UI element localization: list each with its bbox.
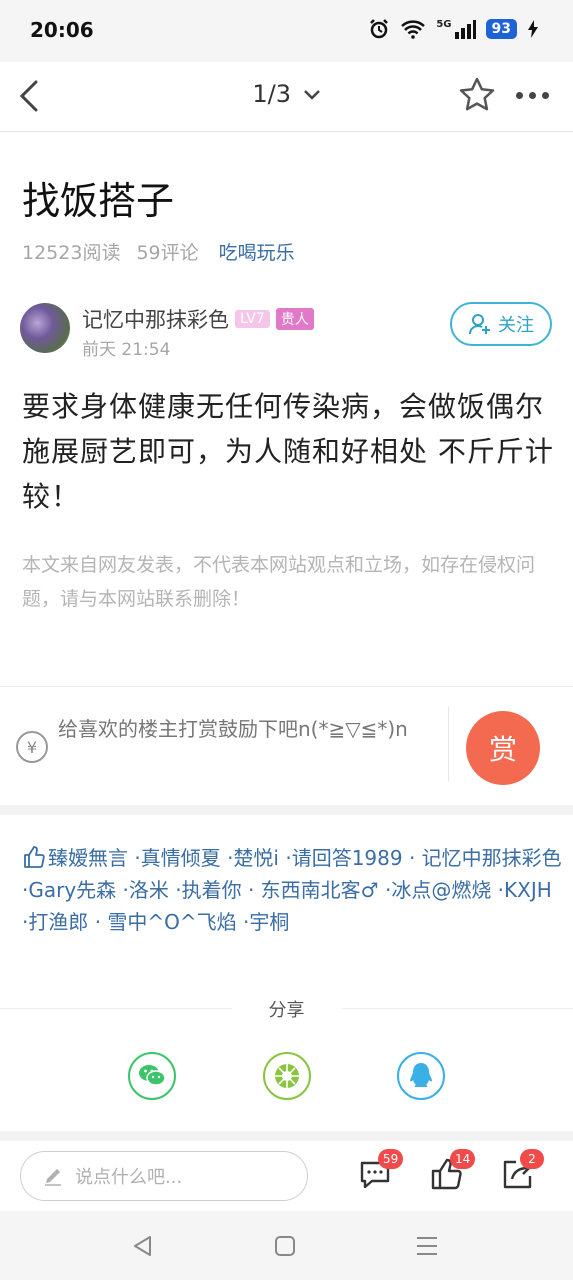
category-link[interactable]: 吃喝玩乐 (219, 242, 295, 264)
page-indicator: 1/3 (252, 80, 291, 108)
status-time: 20:06 (30, 18, 94, 42)
favorite-star-icon[interactable] (458, 76, 496, 114)
reward-section: ¥ 给喜欢的楼主打赏鼓励下吧n(*≧▽≦*)n 赏 (0, 687, 573, 805)
status-icons: 5G 93 (368, 18, 539, 40)
level-badge: LV7 (235, 310, 270, 328)
share-label: 分享 (268, 1000, 305, 1021)
share-button[interactable]: 2 (500, 1149, 544, 1191)
author-name[interactable]: 记忆中那抹彩色 (82, 304, 229, 334)
qq-share-icon[interactable] (397, 1052, 445, 1100)
follow-label: 关注 (498, 315, 534, 336)
post-meta: 12523阅读 59评论 吃喝玩乐 (22, 238, 295, 265)
network-label: 5G (436, 18, 452, 30)
wechat-share-icon[interactable] (128, 1052, 176, 1100)
yen-icon: ¥ (16, 731, 48, 763)
thumbs-up-icon (24, 846, 45, 868)
qq-penguin-icon (410, 1063, 432, 1087)
section-separator (0, 1131, 573, 1141)
nav-menu-icon[interactable] (414, 1233, 440, 1259)
nav-home-icon[interactable] (272, 1233, 298, 1259)
nav-back-icon[interactable] (130, 1233, 156, 1259)
battery-level: 93 (485, 19, 517, 39)
bottom-action-bar: 说点什么吧... 59 14 2 (0, 1141, 573, 1211)
likers-names[interactable]: 臻嫒無言 ·真情倾夏 ·楚悦i ·请回答1989 · 记忆中那抹彩色 ·Gary… (22, 846, 562, 934)
chevron-down-icon (303, 90, 320, 100)
comment-input[interactable]: 说点什么吧... (20, 1151, 308, 1201)
divider (448, 707, 449, 781)
read-count: 12523阅读 (22, 242, 121, 264)
add-user-icon (469, 314, 490, 335)
reward-button[interactable]: 赏 (466, 711, 540, 785)
reward-prompt: 给喜欢的楼主打赏鼓励下吧n(*≧▽≦*)n (58, 717, 408, 741)
more-options-icon[interactable] (516, 92, 549, 99)
comments-button[interactable]: 59 (358, 1149, 404, 1191)
rank-badge: 贵人 (275, 308, 314, 330)
charging-icon (528, 20, 538, 38)
author-line: 记忆中那抹彩色 LV7 贵人 (82, 304, 314, 334)
author-avatar[interactable] (20, 303, 70, 353)
comment-count-meta: 59评论 (136, 242, 199, 264)
likers-list[interactable]: 臻嫒無言 ·真情倾夏 ·楚悦i ·请回答1989 · 记忆中那抹彩色 ·Gary… (22, 842, 562, 938)
section-separator (0, 805, 573, 815)
system-nav-bar (0, 1211, 573, 1280)
wechat-icon (139, 1065, 166, 1086)
share-count-badge: 2 (520, 1149, 544, 1169)
post-body: 要求身体健康无任何传染病，会做饭偶尔施展厨艺即可，为人随和好相处 不斤斤计较！ (22, 390, 554, 513)
signal-icon (454, 20, 476, 39)
moments-share-icon[interactable] (263, 1052, 311, 1100)
moments-icon (275, 1064, 299, 1088)
comment-count-badge: 59 (378, 1149, 404, 1169)
pencil-icon (45, 1169, 61, 1186)
follow-button[interactable]: 关注 (450, 302, 552, 346)
wifi-icon (401, 20, 426, 39)
like-count-badge: 14 (450, 1149, 476, 1169)
comment-placeholder: 说点什么吧... (75, 1167, 183, 1188)
disclaimer-text: 本文来自网友发表，不代表本网站观点和立场，如存在侵权问题，请与本网站联系删除！ (22, 554, 536, 610)
top-nav-bar: 1/3 (0, 62, 573, 132)
post-time: 前天 21:54 (82, 340, 171, 360)
post-title: 找饭搭子 (22, 179, 175, 223)
status-bar: 20:06 5G 93 (0, 0, 573, 62)
like-button[interactable]: 14 (430, 1149, 476, 1191)
alarm-icon (370, 19, 389, 39)
